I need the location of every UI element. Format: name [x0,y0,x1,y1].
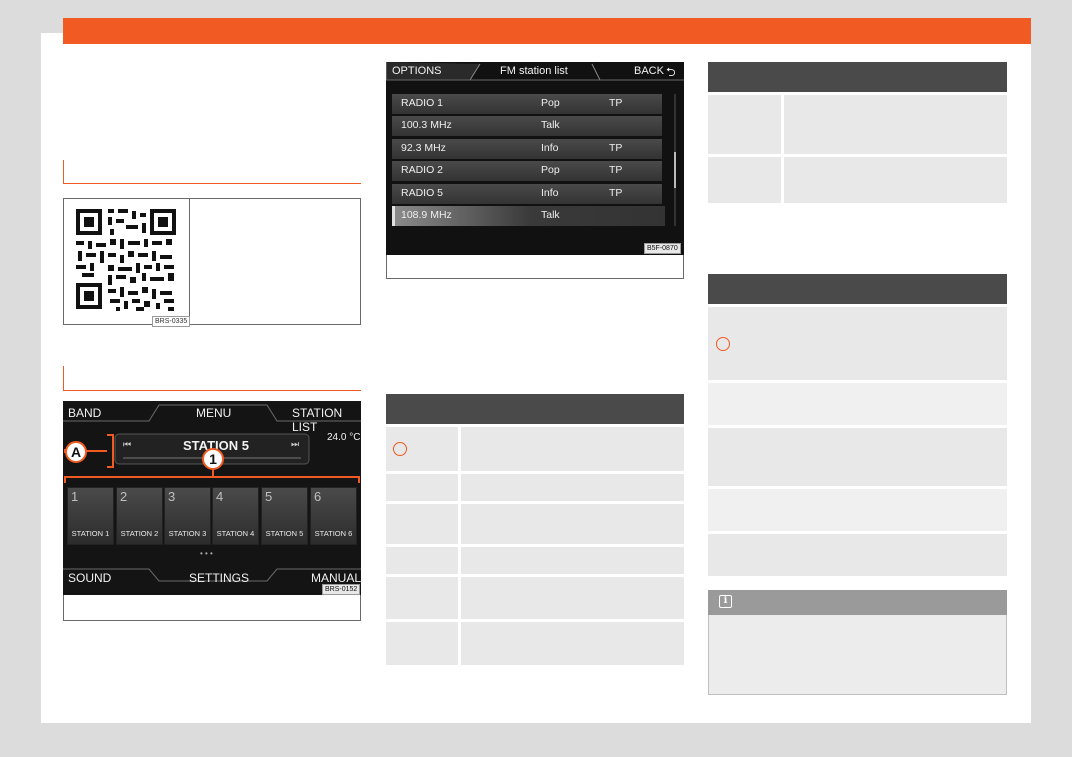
section-rule [63,390,361,391]
preset-number: 6 [314,489,322,504]
table-column-divider [458,427,461,665]
table-row [386,622,684,665]
back-button[interactable]: BACK [634,65,664,77]
station-tp: TP [609,187,623,199]
manual-button[interactable]: MANUAL [311,571,361,585]
station-genre: Talk [541,209,560,221]
table-row [386,504,684,544]
preset-label: STATION 1 [71,529,110,538]
table-header [708,62,1007,92]
table-row [708,157,1007,203]
station-tp: TP [609,142,623,154]
figure-caption-box [63,595,361,621]
table-row [708,95,1007,154]
table-row [708,534,1007,576]
figure-code: B5F-0870 [644,243,681,254]
station-name: 92.3 MHz [401,142,446,154]
station-row[interactable]: 100.3 MHz Talk [392,116,662,136]
figure-code: BRS-0335 [152,316,191,327]
callout-marker-icon [716,337,730,351]
callout-a: A [65,441,87,463]
station-tp: TP [609,164,623,176]
preset-label: STATION 6 [314,529,353,538]
station-genre: Info [541,142,559,154]
preset-number: 2 [120,489,128,504]
info-icon: i [719,595,732,608]
preset-number: 1 [71,489,79,504]
station-genre: Talk [541,119,560,131]
header-bar [63,18,1031,44]
station-name: 100.3 MHz [401,119,452,131]
temperature-readout: 24.0 °C [327,432,361,443]
preset-label: STATION 2 [120,529,159,538]
station-genre: Info [541,187,559,199]
table-row [386,427,684,471]
preset-tile[interactable]: 4 STATION 4 [212,487,259,545]
table-header [708,274,1007,304]
preset-tile[interactable]: 2 STATION 2 [116,487,163,545]
section-rule [63,183,361,184]
table-row [386,577,684,619]
section-rule-tick [63,366,64,390]
options-button[interactable]: OPTIONS [392,65,442,77]
figure-caption-box [386,255,684,279]
station-list-button[interactable]: STATION LIST [292,406,361,434]
table-row [386,474,684,501]
station-list-screen: OPTIONS FM station list BACK ⮌ RADIO 1 Po… [386,62,684,255]
table-row [708,383,1007,425]
page-indicator-dots: • • • [200,549,213,558]
preset-tile[interactable]: 6 STATION 6 [310,487,357,545]
station-tp: TP [609,97,623,109]
preset-label: STATION 3 [168,529,207,538]
preset-number: 5 [265,489,273,504]
table-header [386,394,684,424]
settings-button[interactable]: SETTINGS [189,571,249,585]
table-row [386,547,684,574]
station-genre: Pop [541,97,560,109]
preset-tile[interactable]: 3 STATION 3 [164,487,211,545]
preset-tile[interactable]: 1 STATION 1 [67,487,114,545]
figure-code: BRS-0152 [322,584,361,595]
station-name: RADIO 2 [401,164,444,176]
station-row[interactable]: RADIO 1 Pop TP [392,94,662,114]
table-column-divider [781,95,784,203]
section-rule-tick [63,160,64,183]
station-row[interactable]: RADIO 5 Info TP [392,184,662,204]
station-row[interactable]: RADIO 2 Pop TP [392,161,662,181]
station-name: RADIO 5 [401,187,444,199]
sound-button[interactable]: SOUND [68,571,111,585]
station-name: 108.9 MHz [401,209,452,221]
note-body [708,615,1007,695]
preset-label: STATION 5 [265,529,304,538]
qr-code [64,199,190,325]
menu-button[interactable]: MENU [196,406,231,420]
preset-label: STATION 4 [216,529,255,538]
table-row [708,307,1007,380]
callout-marker-icon [393,442,407,456]
qr-code-graphic [64,199,188,323]
previous-track-icon[interactable]: ⏮ [123,439,131,450]
note-header: i [708,590,1007,615]
radio-screen: BAND MENU STATION LIST ⏮ STATION 5 ⏭ 24.… [63,401,361,595]
band-button[interactable]: BAND [68,406,101,420]
station-row-selected[interactable]: 108.9 MHz Talk [392,206,665,226]
next-track-icon[interactable]: ⏭ [291,439,299,450]
qr-figure: BRS-0335 [63,198,361,327]
preset-number: 4 [216,489,224,504]
preset-number: 3 [168,489,176,504]
station-row[interactable]: 92.3 MHz Info TP [392,139,662,159]
station-list-title: FM station list [500,65,568,77]
table-row [708,428,1007,486]
table-row [708,489,1007,531]
back-arrow-icon[interactable]: ⮌ [666,63,676,84]
station-genre: Pop [541,164,560,176]
callout-1: 1 [202,448,224,470]
preset-tile[interactable]: 5 STATION 5 [261,487,308,545]
station-name: RADIO 1 [401,97,444,109]
